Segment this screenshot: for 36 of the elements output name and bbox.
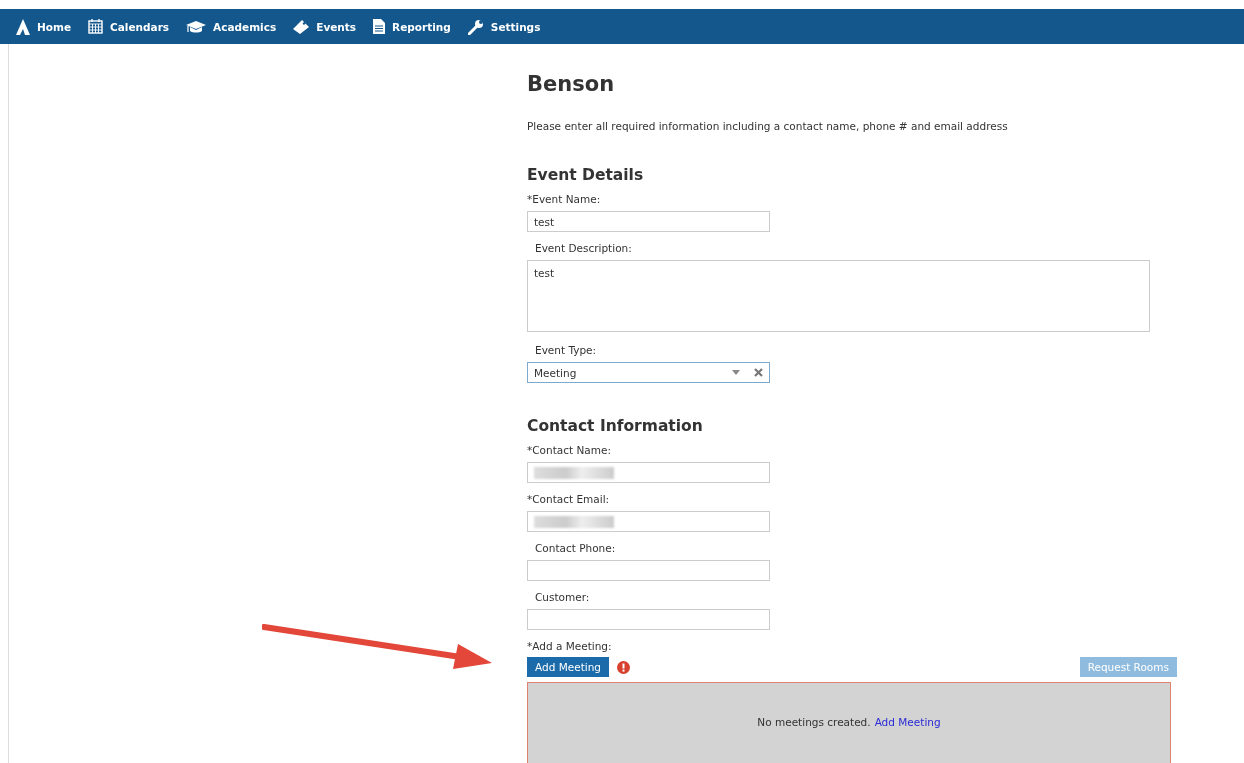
section-heading: Contact Information <box>527 417 704 435</box>
nav-link[interactable]: Events <box>293 19 357 34</box>
ticket-icon <box>293 19 310 34</box>
field-label: Event Type: <box>534 344 598 357</box>
text-input[interactable] <box>527 462 770 483</box>
calendar-icon <box>88 19 104 34</box>
text-input[interactable] <box>527 511 770 532</box>
nav-link[interactable]: Reporting <box>373 19 451 34</box>
field-label: Contact Phone: <box>534 542 617 555</box>
field-label: *Add a Meeting: <box>527 640 613 653</box>
instructions-text: Please enter all required information including a contact name, phone # and email address <box>527 120 1009 132</box>
description-textarea[interactable]: test <box>527 260 1150 332</box>
document-icon <box>373 19 386 34</box>
nav-link[interactable]: Home <box>16 18 72 35</box>
text-input[interactable] <box>527 560 770 581</box>
field-label: *Event Name: <box>527 193 602 206</box>
logo-icon <box>16 18 30 35</box>
event-type-select[interactable]: Meeting <box>527 362 770 383</box>
nav-link[interactable]: Academics <box>186 19 277 34</box>
section-heading: Event Details <box>527 166 645 184</box>
field-label: *Contact Email: <box>527 493 611 506</box>
dropdown-caret-icon <box>732 370 740 375</box>
add-meeting-link[interactable]: Add Meeting <box>874 716 941 728</box>
nav-link[interactable]: Settings <box>467 18 541 35</box>
field-label: Event Description: <box>534 242 633 255</box>
empty-message: No meetings created. <box>757 716 871 728</box>
field-label: Customer: <box>534 591 591 604</box>
wrench-icon <box>467 18 484 35</box>
text-input[interactable] <box>527 609 770 630</box>
graduation-cap-icon <box>186 19 207 34</box>
add-meeting-button[interactable]: Add Meeting <box>527 657 609 677</box>
clear-icon[interactable] <box>754 368 763 377</box>
page-title: Benson <box>527 71 616 97</box>
text-input[interactable]: test <box>527 211 770 232</box>
nav-link[interactable]: Calendars <box>88 19 170 34</box>
field-label: *Contact Name: <box>527 444 612 457</box>
